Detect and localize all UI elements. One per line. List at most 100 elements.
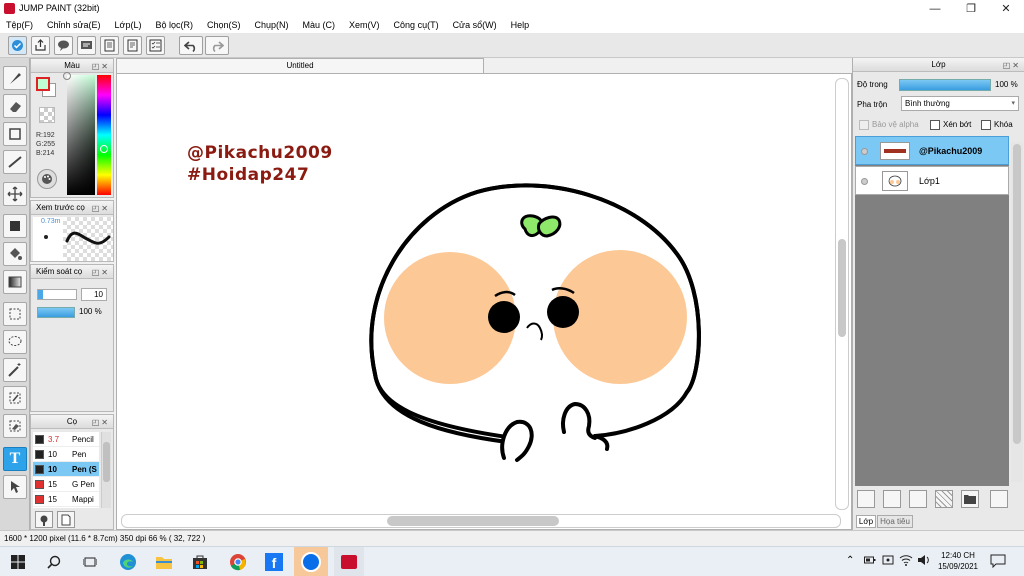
new-layer-1bit-icon[interactable] — [909, 490, 927, 508]
select-pen-tool-icon[interactable] — [3, 386, 27, 410]
zalo-icon[interactable] — [294, 547, 328, 576]
close-button[interactable]: ✕ — [989, 0, 1023, 17]
panel-close-icon[interactable]: ◰✕ — [92, 202, 110, 215]
layer-row[interactable]: @Pikachu2009 — [855, 136, 1009, 165]
lock-checkbox[interactable] — [981, 120, 991, 130]
panel-close-icon[interactable]: ◰✕ — [92, 266, 110, 279]
file-explorer-icon[interactable] — [150, 550, 178, 574]
windows-start-icon[interactable] — [4, 550, 32, 574]
rect-select-tool-icon[interactable] — [3, 302, 27, 326]
share-icon[interactable] — [31, 36, 50, 55]
copy-layer-icon[interactable] — [990, 490, 1008, 508]
line-tool-icon[interactable] — [3, 150, 27, 174]
brush-opacity-slider[interactable] — [37, 307, 75, 318]
color-panel: Màu ◰✕ R:192 G:255 B:214 — [30, 58, 114, 198]
facebook-icon[interactable]: f — [260, 550, 288, 574]
move-tool-icon[interactable] — [3, 182, 27, 206]
protect-alpha-checkbox[interactable] — [859, 120, 869, 130]
text-tool-icon[interactable]: T — [3, 447, 27, 471]
brush-size-slider[interactable] — [37, 289, 77, 300]
store-icon[interactable] — [186, 550, 214, 574]
notification-icon[interactable] — [990, 554, 1006, 569]
eraser-tool-icon[interactable] — [3, 94, 27, 118]
menu-tools[interactable]: Công cụ(T) — [394, 20, 446, 30]
undo-icon[interactable] — [179, 36, 203, 55]
visibility-icon[interactable] — [861, 148, 868, 155]
chrome-icon[interactable] — [224, 550, 252, 574]
tab-layer[interactable]: Lớp — [856, 515, 876, 528]
visibility-icon[interactable] — [861, 178, 868, 185]
dropbox-sync-icon[interactable] — [8, 36, 27, 55]
checklist-icon[interactable] — [146, 36, 165, 55]
hue-slider[interactable] — [97, 75, 111, 195]
panel-close-icon[interactable]: ◰✕ — [1003, 59, 1021, 72]
speech-bubble-icon[interactable] — [54, 36, 73, 55]
brush-item[interactable]: 10 Pen — [33, 447, 99, 462]
redo-icon[interactable] — [205, 36, 229, 55]
menu-window[interactable]: Cửa sổ(W) — [453, 20, 504, 30]
layer-opacity-slider[interactable] — [899, 79, 991, 91]
search-icon[interactable] — [40, 550, 68, 574]
canvas-horizontal-scrollbar[interactable] — [121, 514, 841, 528]
lasso-tool-icon[interactable] — [3, 330, 27, 354]
tab-material[interactable]: Họa tiêu — [877, 515, 913, 528]
brush-item[interactable]: 15 Mappi — [33, 492, 99, 507]
brush-size-input[interactable]: 10 — [81, 288, 107, 301]
brush-list-scrollbar[interactable] — [101, 432, 111, 508]
new-layer-icon[interactable] — [857, 490, 875, 508]
transparent-color-swatch[interactable] — [39, 107, 55, 123]
new-layer-8bit-icon[interactable] — [883, 490, 901, 508]
palette-icon[interactable] — [37, 169, 57, 189]
menu-select[interactable]: Chọn(S) — [207, 20, 248, 30]
wifi-icon[interactable] — [899, 554, 913, 566]
fill-rect-tool-icon[interactable] — [3, 214, 27, 238]
storage-icon[interactable] — [882, 554, 894, 566]
brush-opacity-value: 100 % — [79, 307, 102, 316]
new-brush-icon[interactable] — [57, 511, 75, 528]
menu-edit[interactable]: Chỉnh sửa(E) — [47, 20, 108, 30]
blend-mode-select[interactable]: Bình thường ▾ — [901, 96, 1019, 111]
clock[interactable]: 12:40 CH 15/09/2021 — [936, 550, 980, 572]
panel-close-icon[interactable]: ◰✕ — [92, 60, 110, 73]
folder-icon[interactable] — [961, 490, 979, 508]
color-shade-picker[interactable] — [63, 72, 95, 195]
foreground-color-swatch[interactable] — [36, 77, 50, 91]
volume-icon[interactable] — [917, 554, 931, 566]
gradient-tool-icon[interactable] — [3, 270, 27, 294]
menu-layer[interactable]: Lớp(L) — [115, 20, 149, 30]
rectangle-tool-icon[interactable] — [3, 122, 27, 146]
layer-row[interactable]: Lớp1 — [855, 166, 1009, 195]
menu-view[interactable]: Xem(V) — [349, 20, 387, 30]
magic-wand-tool-icon[interactable] — [3, 358, 27, 382]
brush-settings-icon[interactable] — [35, 511, 53, 528]
brush-item[interactable]: 10 Pen (S — [33, 462, 99, 477]
operation-tool-icon[interactable] — [3, 475, 27, 499]
maximize-button[interactable]: ❐ — [954, 0, 988, 17]
layer-list-scrollbar[interactable] — [1011, 142, 1023, 482]
battery-icon[interactable] — [864, 555, 876, 565]
canvas-vertical-scrollbar[interactable] — [835, 78, 849, 510]
document-tab[interactable]: Untitled — [116, 58, 484, 73]
edge-browser-icon[interactable] — [114, 550, 142, 574]
bucket-tool-icon[interactable] — [3, 242, 27, 266]
page-icon[interactable] — [100, 36, 119, 55]
menu-capture[interactable]: Chụp(N) — [255, 20, 296, 30]
comment-icon[interactable] — [77, 36, 96, 55]
canvas-area[interactable]: @Pikachu2009 #Hoidap247 — [116, 73, 852, 530]
brush-item[interactable]: 15 G Pen — [33, 477, 99, 492]
select-eraser-tool-icon[interactable] — [3, 414, 27, 438]
new-tone-layer-icon[interactable] — [935, 490, 953, 508]
brush-item[interactable]: 3.7 Pencil — [33, 432, 99, 447]
jump-paint-taskbar-icon[interactable] — [334, 547, 364, 576]
brush-tool-icon[interactable] — [3, 66, 27, 90]
menu-help[interactable]: Help — [511, 20, 537, 30]
minimize-button[interactable]: — — [918, 0, 952, 17]
menu-color[interactable]: Màu (C) — [303, 20, 343, 30]
panel-close-icon[interactable]: ◰✕ — [92, 416, 110, 429]
document-icon[interactable] — [123, 36, 142, 55]
menu-filter[interactable]: Bộ lọc(R) — [155, 20, 200, 30]
chevron-up-icon[interactable]: ⌃ — [846, 555, 854, 566]
task-view-icon[interactable] — [76, 550, 104, 574]
menu-file[interactable]: Tệp(F) — [6, 20, 40, 30]
clip-checkbox[interactable] — [930, 120, 940, 130]
